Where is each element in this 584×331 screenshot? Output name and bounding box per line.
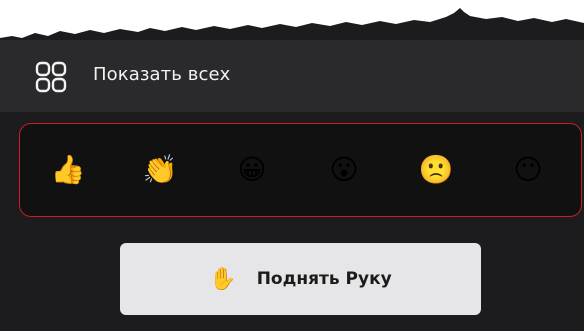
raise-hand-button[interactable]: ✋ Поднять Руку [120, 243, 481, 315]
reactions-panel: Показать всех 👍 👏 😀 😮 🙁 😶 ✋ Поднять Руку [0, 40, 584, 331]
show-all-label: Показать всех [93, 64, 231, 85]
clapping-hands-reaction[interactable]: 👏 [142, 152, 178, 188]
raise-hand-label: Поднять Руку [256, 269, 392, 289]
neutral-face-reaction[interactable]: 😶 [510, 152, 546, 188]
grid-icon [35, 61, 67, 93]
frowning-face-reaction[interactable]: 🙁 [418, 152, 454, 188]
reactions-bar: 👍 👏 😀 😮 🙁 😶 [19, 123, 582, 217]
grinning-face-reaction[interactable]: 😀 [234, 152, 270, 188]
surprised-face-reaction[interactable]: 😮 [326, 152, 362, 188]
thumbs-up-reaction[interactable]: 👍 [50, 152, 86, 188]
show-all-header[interactable]: Показать всех [0, 40, 584, 112]
raised-hand-icon: ✋ [209, 266, 237, 292]
